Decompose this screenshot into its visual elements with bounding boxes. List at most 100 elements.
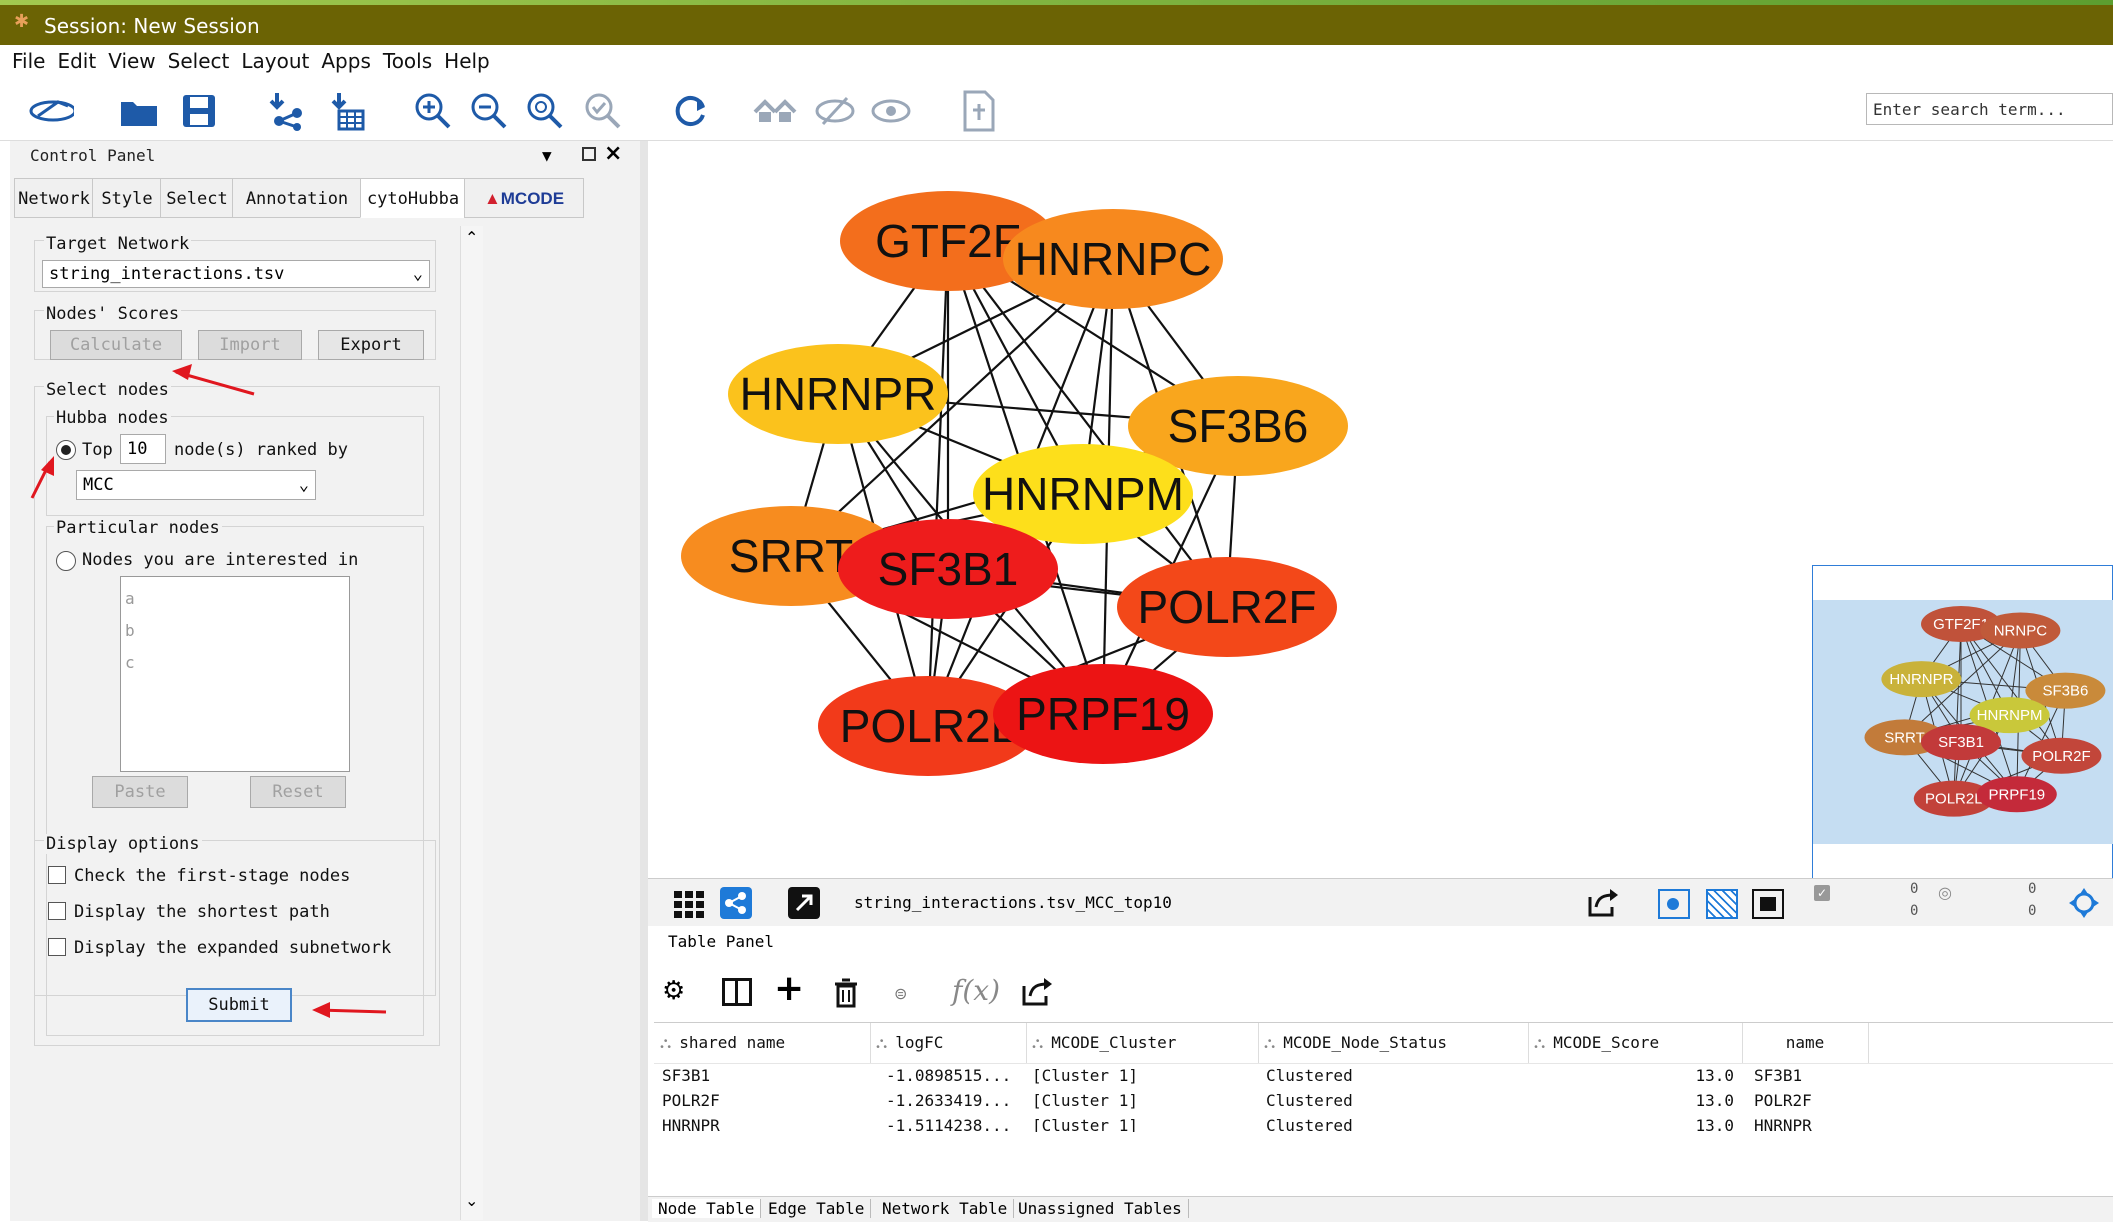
minimap-node-label: HNRNPM	[1977, 707, 2043, 724]
navigate-icon[interactable]	[2068, 887, 2100, 919]
function-icon[interactable]: f(x)	[952, 974, 1000, 1007]
tab-edge-table[interactable]: Edge Table	[762, 1199, 872, 1218]
scroll-down-icon[interactable]: ⌄	[465, 1191, 478, 1210]
table-cell: [Cluster 1]	[1032, 1066, 1138, 1085]
network-node[interactable]: PRPF19	[993, 664, 1213, 764]
select-nodes-icon[interactable]	[1658, 889, 1690, 919]
arrow-submit-icon	[312, 1002, 387, 1018]
tab-unassigned-tables[interactable]: Unassigned Tables	[1012, 1199, 1189, 1218]
export-table-icon[interactable]	[1020, 976, 1054, 1008]
minimap-node: HNRNPR	[1881, 661, 1962, 698]
control-panel-scrollbar[interactable]: ⌃ ⌄	[460, 226, 483, 1220]
table-panel-title: Table Panel	[668, 932, 774, 951]
table-cell: POLR2F	[662, 1091, 720, 1110]
column-header[interactable]: ⛬ MCODE_Cluster	[1026, 1023, 1259, 1063]
table-panel: Table Panel ⚙ + ⊜ f(x) ⛬ shared name ⛬ log…	[648, 926, 2113, 1222]
table-cell: -1.5114238...	[886, 1116, 1012, 1132]
home-icon[interactable]	[752, 88, 798, 134]
count: 0	[1910, 903, 1919, 919]
network-name: string_interactions.tsv_MCC_top10	[854, 893, 1172, 912]
table-cell: -1.2633419...	[886, 1091, 1012, 1110]
node-label: SF3B6	[1168, 400, 1309, 452]
link-table-icon[interactable]: ⊜	[894, 984, 907, 1003]
network-node[interactable]: POLR2F	[1117, 557, 1337, 657]
minimap-node-label: SF3B1	[1938, 734, 1984, 751]
node-label: SRRT	[729, 530, 853, 582]
network-minimap[interactable]: GTF2F1 NRNPC HNRNPR SF3B6 HNRNPM SRRT SF3B1 POL…	[1812, 565, 2113, 879]
count: 0	[1910, 881, 1919, 897]
export-document-icon[interactable]	[956, 88, 1002, 134]
column-label: logFC	[895, 1033, 944, 1052]
column-label: MCODE_Node_Status	[1283, 1033, 1447, 1052]
share-network-icon[interactable]	[720, 887, 752, 919]
minimap-node-label: POLR2L	[1925, 791, 1983, 808]
network-view[interactable]: GTF2F HNRNPC HNRNPR SF3B6 HNRNPM SRRT SF3B1 POL…	[648, 141, 2113, 879]
check-icon[interactable]: ✓	[1814, 885, 1830, 901]
detach-view-icon[interactable]	[788, 887, 820, 919]
node-dot	[1667, 898, 1679, 910]
tab-network-table[interactable]: Network Table	[876, 1199, 1015, 1218]
table-cell: 13.0	[1695, 1066, 1734, 1085]
column-label: MCODE_Score	[1553, 1033, 1660, 1052]
network-toolbar: string_interactions.tsv_MCC_top10 ✓ 0 0 …	[648, 878, 2113, 928]
minimap-node: SF3B1	[1921, 724, 2001, 761]
annotation-arrows	[30, 364, 387, 1018]
table-cell: POLR2F	[1754, 1091, 1812, 1110]
minimap-node-label: PRPF19	[1988, 786, 2045, 803]
network-node[interactable]: HNRNPC	[1003, 209, 1223, 309]
node-label: HNRNPM	[982, 468, 1184, 520]
table-row[interactable]: POLR2F -1.2633419... [Cluster 1] Clustered 1…	[654, 1089, 2113, 1114]
minimap-node: PRPF19	[1976, 776, 2057, 813]
table-header: ⛬ shared name ⛬ logFC ⛬ MCODE_Cluster ⛬ MCOD…	[654, 1022, 2113, 1064]
select-edges-icon[interactable]	[1706, 889, 1738, 919]
column-icon: ⛬	[1534, 1033, 1546, 1052]
column-icon: ⛬	[1264, 1033, 1276, 1052]
export-view-icon[interactable]	[1586, 887, 1620, 919]
scroll-up-icon[interactable]: ⌃	[465, 228, 478, 247]
column-header[interactable]: ⛬ MCODE_Node_Status	[1258, 1023, 1529, 1063]
minimap-node-label: HNRNPR	[1889, 671, 1953, 688]
count: 0	[2028, 903, 2037, 919]
table-row[interactable]: HNRNPR -1.5114238... [Cluster 1] Clustered 1…	[654, 1114, 2113, 1132]
column-header[interactable]: name	[1742, 1023, 1869, 1063]
table-cell: SF3B1	[1754, 1066, 1803, 1085]
column-label: shared name	[679, 1033, 786, 1052]
column-header[interactable]: ⛬ shared name	[654, 1023, 871, 1063]
column-label: MCODE_Cluster	[1051, 1033, 1177, 1052]
select-all-icon[interactable]	[1752, 889, 1784, 919]
node-label: HNRNPR	[740, 368, 937, 420]
network-node[interactable]: SF3B1	[838, 519, 1058, 619]
hide-icon[interactable]	[812, 88, 858, 134]
table-tabs: Node Table Edge Table Network Table Unas…	[648, 1196, 2113, 1222]
column-icon: ⛬	[876, 1033, 888, 1052]
tab-node-table[interactable]: Node Table	[652, 1199, 762, 1218]
minimap-node-label: NRNPC	[1994, 622, 2048, 639]
minimap-node: NRNPC	[1980, 612, 2061, 649]
table-cell: Clustered	[1266, 1091, 1353, 1110]
count: 0	[2028, 881, 2037, 897]
add-icon[interactable]: +	[774, 968, 804, 1009]
gear-icon[interactable]: ⚙	[662, 976, 685, 1006]
arrow-calculate-icon	[172, 364, 255, 396]
minimap-node-label: POLR2F	[2032, 748, 2090, 765]
table-row[interactable]: SF3B1 -1.0898515... [Cluster 1] Clustered 13…	[654, 1066, 2113, 1089]
minimap-node-label: SRRT	[1884, 729, 1925, 746]
search-input[interactable]: Enter search term...	[1866, 93, 2113, 125]
grid-view-icon[interactable]	[672, 889, 706, 919]
node-label: POLR2L	[840, 700, 1016, 752]
columns-icon[interactable]	[722, 978, 752, 1006]
delete-icon[interactable]	[834, 978, 858, 1008]
table-cell: Clustered	[1266, 1066, 1353, 1085]
table-cell: [Cluster 1]	[1032, 1116, 1138, 1132]
column-icon: ⛬	[660, 1033, 672, 1052]
network-node[interactable]: HNRNPR	[728, 344, 948, 444]
table-cell: SF3B1	[662, 1066, 711, 1085]
split-divider[interactable]	[640, 141, 648, 1221]
table-cell: 13.0	[1695, 1116, 1734, 1132]
column-header[interactable]: ⛬ MCODE_Score	[1528, 1023, 1743, 1063]
table-cell: HNRNPR	[1754, 1116, 1812, 1132]
table-cell: HNRNPR	[662, 1116, 720, 1132]
column-header[interactable]: ⛬ logFC	[870, 1023, 1027, 1063]
show-icon[interactable]	[868, 88, 914, 134]
node-label: GTF2F	[875, 215, 1021, 267]
